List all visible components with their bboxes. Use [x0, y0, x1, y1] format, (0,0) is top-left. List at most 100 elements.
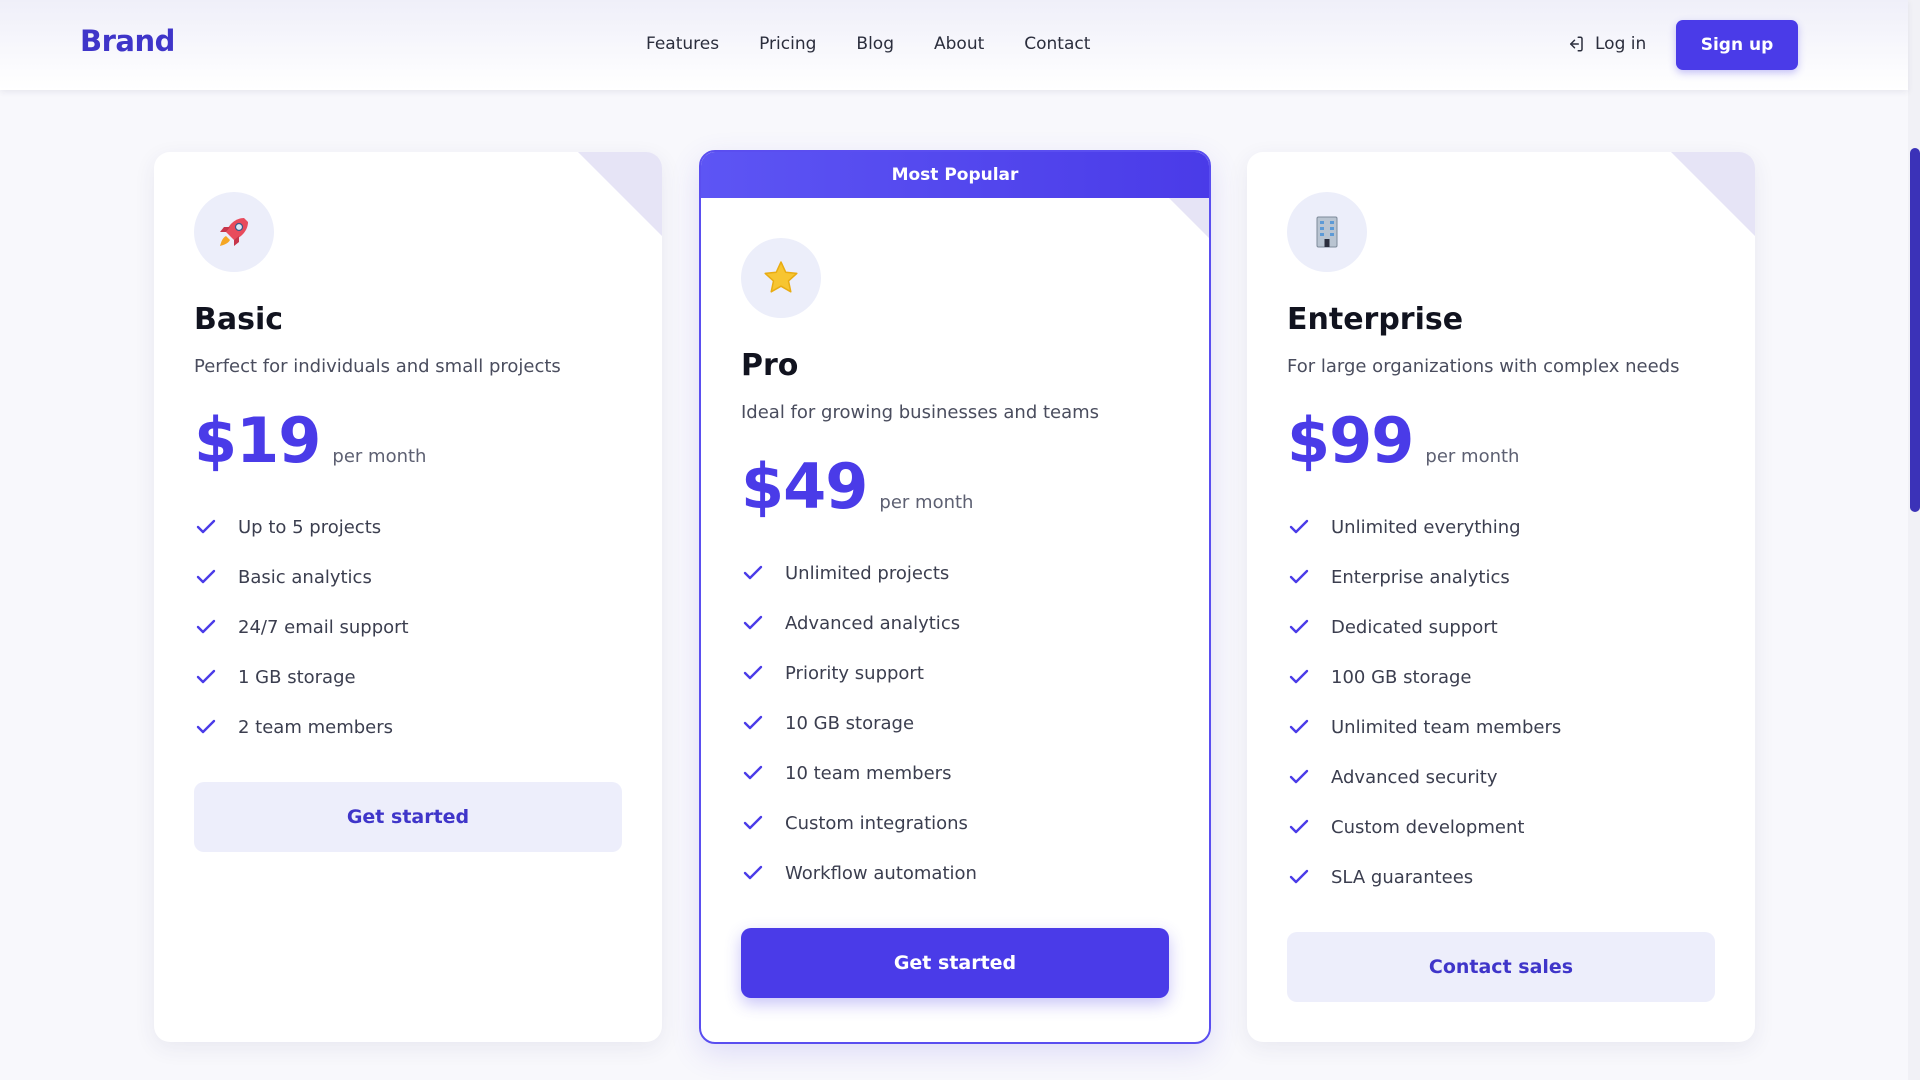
plan-icon-container: [1287, 192, 1367, 272]
building-icon: [1316, 216, 1338, 248]
plan-card-pro: Most Popular Pro Ideal for growing busin…: [699, 150, 1211, 1044]
nav-link-contact[interactable]: Contact: [1024, 34, 1090, 54]
login-icon: [1570, 36, 1583, 52]
login-button[interactable]: Log in: [1567, 34, 1646, 54]
feature-label: Custom development: [1331, 816, 1525, 838]
feature-list: Up to 5 projects Basic analytics 24/7 em…: [194, 502, 409, 752]
check-icon: [1289, 819, 1309, 834]
plan-price: $49: [741, 450, 868, 523]
get-started-button[interactable]: Get started: [741, 928, 1169, 998]
feature-label: Unlimited everything: [1331, 516, 1521, 538]
feature-item: 10 team members: [741, 748, 977, 798]
card-corner-decoration: [1169, 198, 1209, 238]
nav-link-blog[interactable]: Blog: [856, 34, 894, 54]
most-popular-badge: Most Popular: [701, 152, 1209, 198]
feature-item: Advanced analytics: [741, 598, 977, 648]
check-icon: [1289, 669, 1309, 684]
check-icon: [196, 569, 216, 584]
price-period: per month: [332, 446, 427, 467]
plan-card-basic: Basic Perfect for individuals and small …: [154, 152, 662, 1042]
plan-price: $99: [1287, 404, 1414, 477]
card-corner-decoration: [578, 152, 662, 236]
price-row: $49 per month: [741, 450, 973, 523]
feature-label: Dedicated support: [1331, 616, 1498, 638]
check-icon: [743, 815, 763, 830]
feature-label: 24/7 email support: [238, 616, 409, 638]
feature-item: Basic analytics: [194, 552, 409, 602]
feature-item: Custom integrations: [741, 798, 977, 848]
top-header: Brand Features Pricing Blog About Contac…: [0, 0, 1908, 90]
feature-item: 2 team members: [194, 702, 409, 752]
feature-item: Unlimited projects: [741, 548, 977, 598]
feature-label: 1 GB storage: [238, 666, 356, 688]
feature-label: Workflow automation: [785, 862, 977, 884]
scrollbar-thumb[interactable]: [1910, 148, 1920, 512]
plan-name: Enterprise: [1287, 302, 1464, 337]
feature-item: 10 GB storage: [741, 698, 977, 748]
check-icon: [196, 719, 216, 734]
feature-item: Custom development: [1287, 802, 1561, 852]
plan-description: Ideal for growing businesses and teams: [741, 402, 1100, 423]
feature-item: Workflow automation: [741, 848, 977, 898]
price-period: per month: [1425, 446, 1520, 467]
login-label: Log in: [1595, 34, 1647, 54]
feature-label: 100 GB storage: [1331, 666, 1472, 688]
feature-item: 100 GB storage: [1287, 652, 1561, 702]
feature-label: Advanced security: [1331, 766, 1498, 788]
plan-price: $19: [194, 404, 321, 477]
feature-item: SLA guarantees: [1287, 852, 1561, 902]
feature-label: Unlimited team members: [1331, 716, 1562, 738]
price-period: per month: [879, 492, 974, 513]
feature-item: Advanced security: [1287, 752, 1561, 802]
plan-name: Pro: [741, 348, 799, 383]
check-icon: [1289, 769, 1309, 784]
plan-name: Basic: [194, 302, 284, 337]
feature-label: Up to 5 projects: [238, 516, 382, 538]
plan-description: For large organizations with complex nee…: [1287, 356, 1680, 377]
feature-label: 2 team members: [238, 716, 394, 738]
nav-link-features[interactable]: Features: [646, 34, 719, 54]
feature-label: Basic analytics: [238, 566, 372, 588]
card-corner-decoration: [1671, 152, 1755, 236]
check-icon: [1289, 519, 1309, 534]
check-icon: [196, 669, 216, 684]
feature-label: Priority support: [785, 662, 924, 684]
rocket-icon: [220, 218, 248, 246]
feature-label: 10 GB storage: [785, 712, 915, 734]
check-icon: [1289, 569, 1309, 584]
plan-icon-container: [741, 238, 821, 318]
nav-link-pricing[interactable]: Pricing: [759, 34, 816, 54]
feature-label: Advanced analytics: [785, 612, 961, 634]
check-icon: [743, 615, 763, 630]
main-nav: Features Pricing Blog About Contact: [646, 34, 1130, 54]
feature-label: 10 team members: [785, 762, 952, 784]
feature-label: Custom integrations: [785, 812, 968, 834]
check-icon: [743, 765, 763, 780]
check-icon: [743, 715, 763, 730]
feature-item: Unlimited team members: [1287, 702, 1561, 752]
feature-item: Dedicated support: [1287, 602, 1561, 652]
check-icon: [196, 619, 216, 634]
feature-item: 24/7 email support: [194, 602, 409, 652]
plan-card-enterprise: Enterprise For large organizations with …: [1247, 152, 1755, 1042]
get-started-button[interactable]: Get started: [194, 782, 622, 852]
nav-link-about[interactable]: About: [934, 34, 984, 54]
plan-icon-container: [194, 192, 274, 272]
check-icon: [743, 865, 763, 880]
feature-item: Unlimited everything: [1287, 502, 1561, 552]
check-icon: [1289, 869, 1309, 884]
price-row: $99 per month: [1287, 404, 1519, 477]
contact-sales-button[interactable]: Contact sales: [1287, 932, 1715, 1002]
feature-item: Priority support: [741, 648, 977, 698]
check-icon: [743, 665, 763, 680]
check-icon: [196, 519, 216, 534]
feature-label: Enterprise analytics: [1331, 566, 1510, 588]
plan-description: Perfect for individuals and small projec…: [194, 356, 561, 377]
star-icon: [764, 261, 798, 293]
brand-logo[interactable]: Brand: [80, 24, 175, 58]
feature-list: Unlimited projects Advanced analytics Pr…: [741, 548, 977, 898]
feature-item: Enterprise analytics: [1287, 552, 1561, 602]
signup-button[interactable]: Sign up: [1676, 20, 1798, 70]
check-icon: [743, 565, 763, 580]
price-row: $19 per month: [194, 404, 426, 477]
